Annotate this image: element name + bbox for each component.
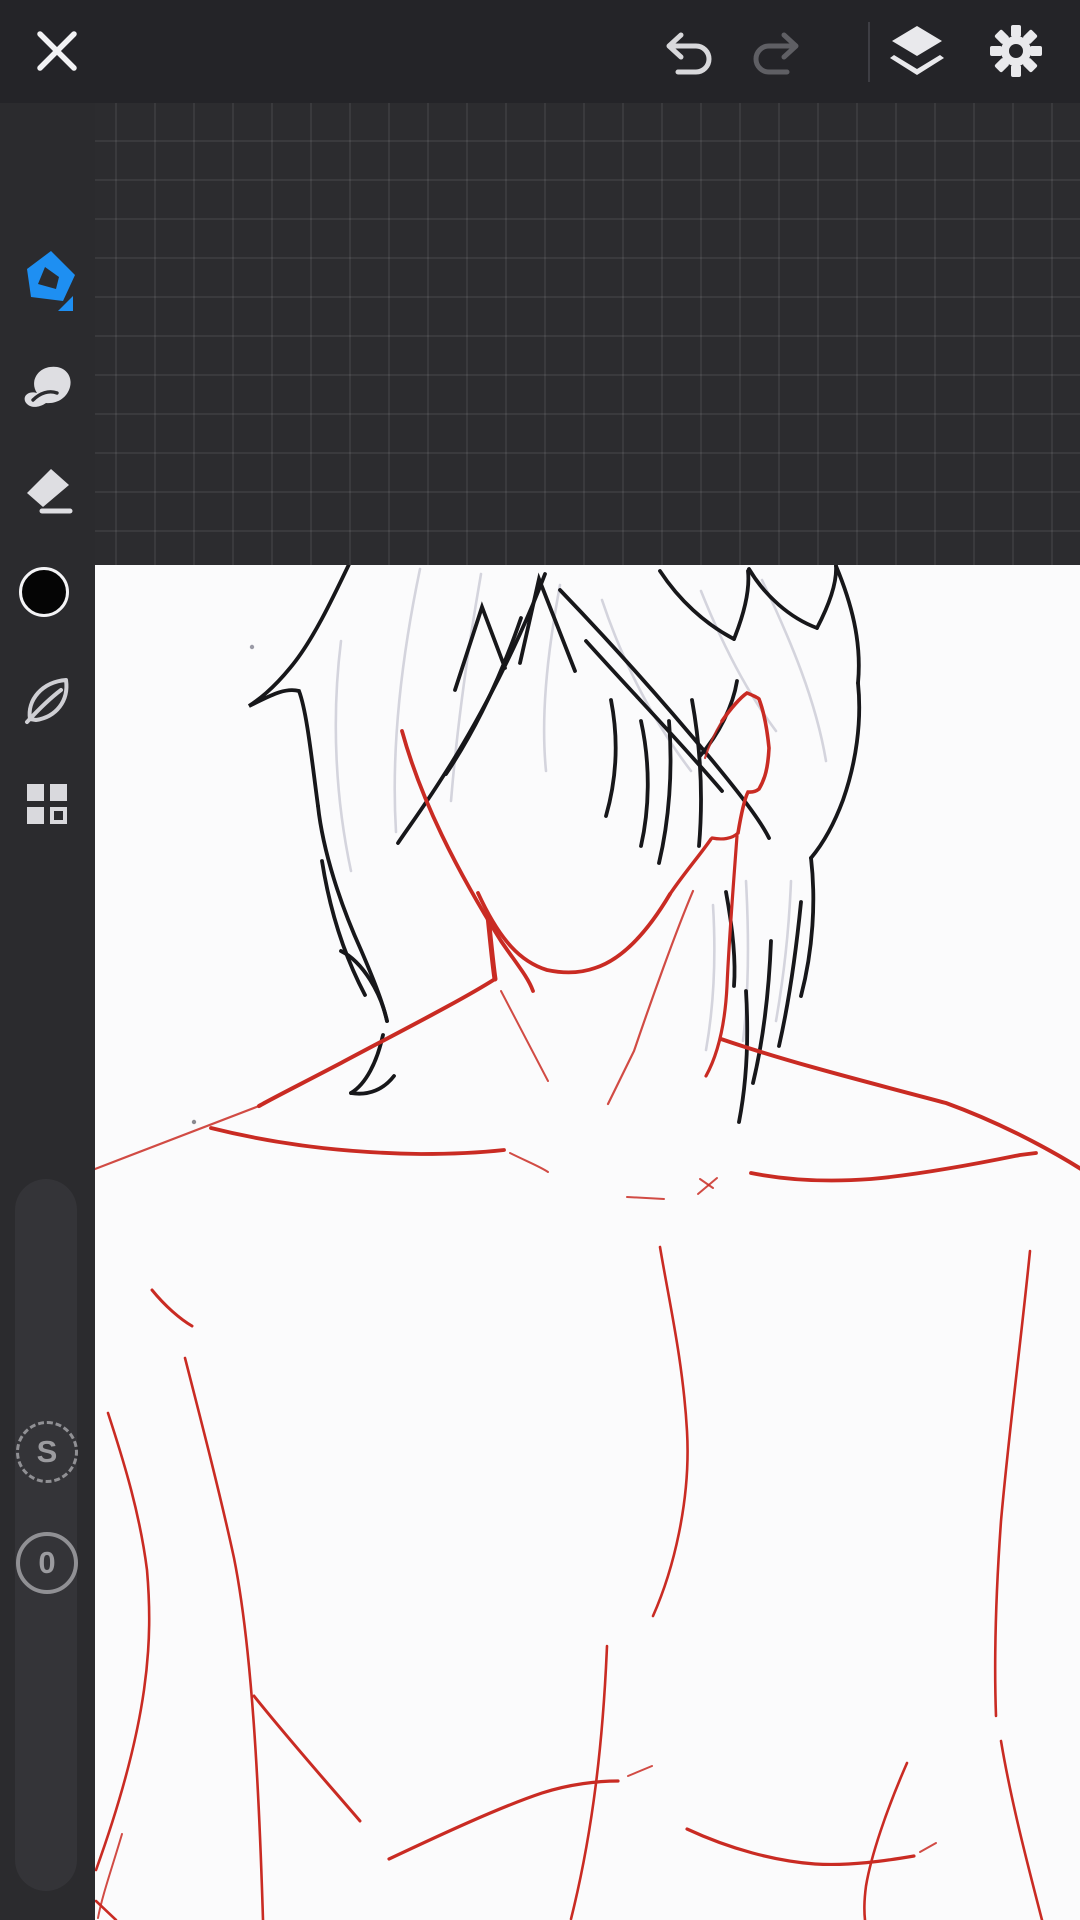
undo-button[interactable] — [656, 21, 720, 85]
redo-button[interactable] — [745, 21, 809, 85]
settings-button[interactable] — [984, 20, 1048, 84]
smudge-finger-icon — [15, 352, 79, 419]
eraser-tool-button[interactable] — [15, 458, 79, 522]
drawing-canvas[interactable] — [95, 565, 1080, 1920]
stabilizer-value: 0 — [38, 1545, 56, 1580]
layers-button[interactable] — [885, 19, 949, 83]
gear-icon — [984, 19, 1048, 86]
sketch-artwork — [95, 565, 1080, 1920]
material-tool-button[interactable] — [15, 668, 79, 732]
tool-sidebar: S 0 — [0, 103, 95, 1920]
layers-icon — [885, 18, 949, 85]
app-window: S 0 — [0, 0, 1080, 1920]
redo-icon — [745, 20, 809, 87]
stabilizer-value-button[interactable]: 0 — [16, 1532, 78, 1594]
eraser-icon — [15, 457, 79, 524]
color-swatch-button[interactable] — [19, 567, 69, 617]
leaf-icon — [15, 667, 79, 734]
stabilizer-button[interactable]: S — [16, 1421, 78, 1483]
grid-squares-icon — [15, 772, 79, 839]
brush-submenu-indicator-icon — [58, 296, 73, 311]
canvas-outside-grid[interactable] — [95, 103, 1080, 565]
toolbar-divider — [868, 22, 870, 82]
top-toolbar — [0, 0, 1080, 103]
workspace-layout-button[interactable] — [15, 773, 79, 837]
close-icon — [25, 19, 89, 86]
stabilizer-label: S — [36, 1434, 58, 1469]
undo-icon — [656, 20, 720, 87]
close-button[interactable] — [25, 20, 89, 84]
smudge-tool-button[interactable] — [15, 353, 79, 417]
